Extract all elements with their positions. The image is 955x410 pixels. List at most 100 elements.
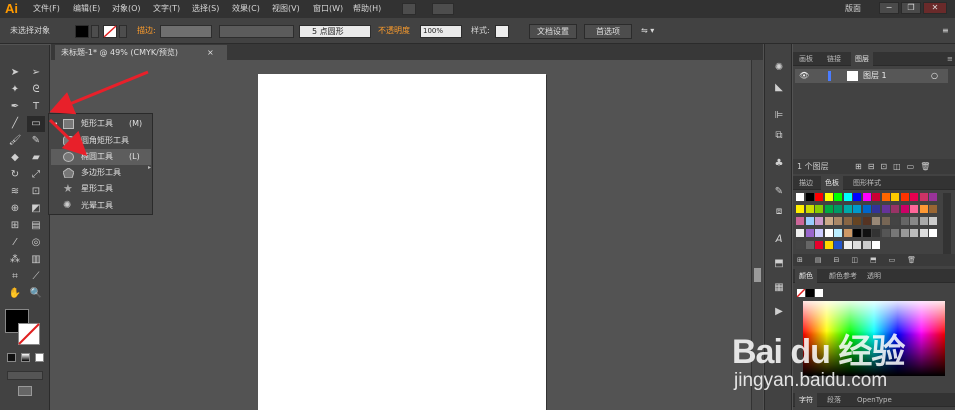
swatch[interactable]	[805, 241, 814, 249]
lasso-icon[interactable]: ᘓ	[27, 82, 45, 98]
swatch[interactable]	[843, 193, 852, 201]
tab-layers[interactable]: 图层	[851, 52, 873, 66]
flyout-item-star[interactable]: ★ 星形工具	[51, 181, 151, 197]
layer-name[interactable]: 图层 1	[863, 69, 887, 83]
swatch[interactable]	[872, 193, 880, 201]
stroke-label[interactable]: 描边:	[137, 18, 156, 44]
swatch[interactable]	[910, 205, 918, 213]
variable-width-profile[interactable]	[219, 25, 294, 38]
graphic-style-icon[interactable]: ⧈	[770, 204, 788, 220]
navigator-icon[interactable]: ▦	[770, 280, 788, 296]
arrange-icon[interactable]: ⇋ ▾	[641, 18, 654, 44]
artboard[interactable]	[258, 74, 546, 410]
swatch[interactable]	[815, 217, 823, 225]
swatch[interactable]	[815, 241, 823, 249]
character-style-icon[interactable]: 𝘈	[770, 232, 788, 248]
brush-definition[interactable]: 5 点圆形	[299, 25, 371, 38]
rectangle-tool-icon[interactable]: ▭	[27, 116, 45, 132]
swatch[interactable]	[881, 193, 890, 201]
preferences-button[interactable]: 首选项	[584, 24, 632, 39]
swatch[interactable]	[824, 217, 833, 225]
swatch[interactable]	[824, 193, 833, 201]
swatch[interactable]	[872, 241, 880, 249]
swatch-grid[interactable]	[796, 193, 941, 255]
layer-row[interactable]: 👁 图层 1 ○	[795, 69, 948, 83]
artboard-tool-icon[interactable]: ⌗	[6, 269, 24, 285]
perspective-grid-icon[interactable]: ◩	[27, 201, 45, 217]
direct-selection-tool-icon[interactable]: ➢	[27, 65, 45, 81]
swatch[interactable]	[929, 205, 937, 213]
mesh-tool-icon[interactable]: ⊞	[6, 218, 24, 234]
menu-file[interactable]: 文件(F)	[33, 0, 60, 18]
rotate-tool-icon[interactable]: ↻	[6, 167, 24, 183]
swatch[interactable]	[862, 217, 871, 225]
club-symbol-icon[interactable]: ♣	[770, 156, 788, 172]
selection-tool-icon[interactable]: ➤	[6, 65, 24, 81]
hand-tool-icon[interactable]: ✋	[6, 286, 24, 302]
swatch[interactable]	[834, 217, 842, 225]
transform-icon[interactable]: ⧉	[770, 128, 788, 144]
swatch[interactable]	[843, 241, 852, 249]
color-none-swatch[interactable]	[797, 289, 805, 297]
restore-icon[interactable]: ❐	[901, 2, 921, 14]
appearance-icon[interactable]: ✎	[770, 184, 788, 200]
swatch[interactable]	[853, 193, 861, 201]
swatch[interactable]	[815, 229, 823, 237]
swatch[interactable]	[815, 205, 823, 213]
stroke-color-box[interactable]	[18, 323, 40, 345]
line-tool-icon[interactable]: ╱	[6, 116, 24, 132]
flyout-item-polygon[interactable]: 多边形工具	[51, 165, 151, 181]
swatch[interactable]	[853, 217, 861, 225]
menu-object[interactable]: 对象(O)	[112, 0, 141, 18]
document-setup-button[interactable]: 文档设置	[529, 24, 577, 39]
swatch[interactable]	[862, 229, 871, 237]
minimize-icon[interactable]: −	[879, 2, 899, 14]
eyedropper-icon[interactable]: ⁄	[6, 235, 24, 251]
swatch[interactable]	[900, 217, 909, 225]
drawing-modes-icon[interactable]	[7, 371, 43, 380]
swatch[interactable]	[881, 217, 890, 225]
fill-dropdown-icon[interactable]	[91, 25, 99, 38]
flyout-item-ellipse[interactable]: 椭圆工具 (L)	[51, 149, 151, 165]
swatch[interactable]	[796, 241, 804, 249]
swatch[interactable]	[910, 217, 918, 225]
stroke-dropdown-icon[interactable]	[119, 25, 127, 38]
target-circle-icon[interactable]: ○	[931, 69, 938, 83]
swatch[interactable]	[872, 217, 880, 225]
screen-mode-icon[interactable]	[18, 386, 32, 396]
swatch[interactable]	[929, 217, 937, 225]
type-tool-icon[interactable]: T	[27, 99, 45, 115]
gradient-mode-icon[interactable]	[21, 353, 30, 362]
arrange-documents-icon[interactable]	[432, 3, 454, 15]
swatch[interactable]	[891, 229, 899, 237]
color-guide-icon[interactable]: ✺	[770, 60, 788, 76]
swatch[interactable]	[929, 193, 937, 201]
swatch[interactable]	[900, 205, 909, 213]
close-tab-icon[interactable]: ×	[207, 45, 214, 60]
swatch[interactable]	[853, 241, 861, 249]
swatch[interactable]	[919, 229, 928, 237]
swatch[interactable]	[805, 193, 814, 201]
panel-menu-icon[interactable]: ≡	[942, 18, 949, 44]
tab-swatches[interactable]: 色板	[821, 176, 843, 190]
color-white-swatch[interactable]	[815, 289, 823, 297]
menu-view[interactable]: 视图(V)	[272, 0, 300, 18]
opacity-field[interactable]: 100%	[420, 25, 462, 38]
swatch[interactable]	[919, 193, 928, 201]
eraser-icon[interactable]: ▰	[27, 150, 45, 166]
close-window-icon[interactable]: ✕	[923, 2, 947, 14]
tab-links[interactable]: 链接	[823, 52, 845, 66]
swatch[interactable]	[843, 205, 852, 213]
free-transform-icon[interactable]: ⊡	[27, 184, 45, 200]
swatch[interactable]	[853, 205, 861, 213]
blob-brush-icon[interactable]: ◆	[6, 150, 24, 166]
swatch[interactable]	[796, 193, 804, 201]
swatch[interactable]	[919, 217, 928, 225]
warp-tool-icon[interactable]: ≋	[6, 184, 24, 200]
symbol-sprayer-icon[interactable]: ⁂	[6, 252, 24, 268]
swatch[interactable]	[891, 205, 899, 213]
symbols-icon[interactable]: ◣	[770, 80, 788, 96]
tab-color-guide[interactable]: 颜色参考	[825, 269, 861, 283]
swatch[interactable]	[872, 229, 880, 237]
swatch[interactable]	[900, 193, 909, 201]
